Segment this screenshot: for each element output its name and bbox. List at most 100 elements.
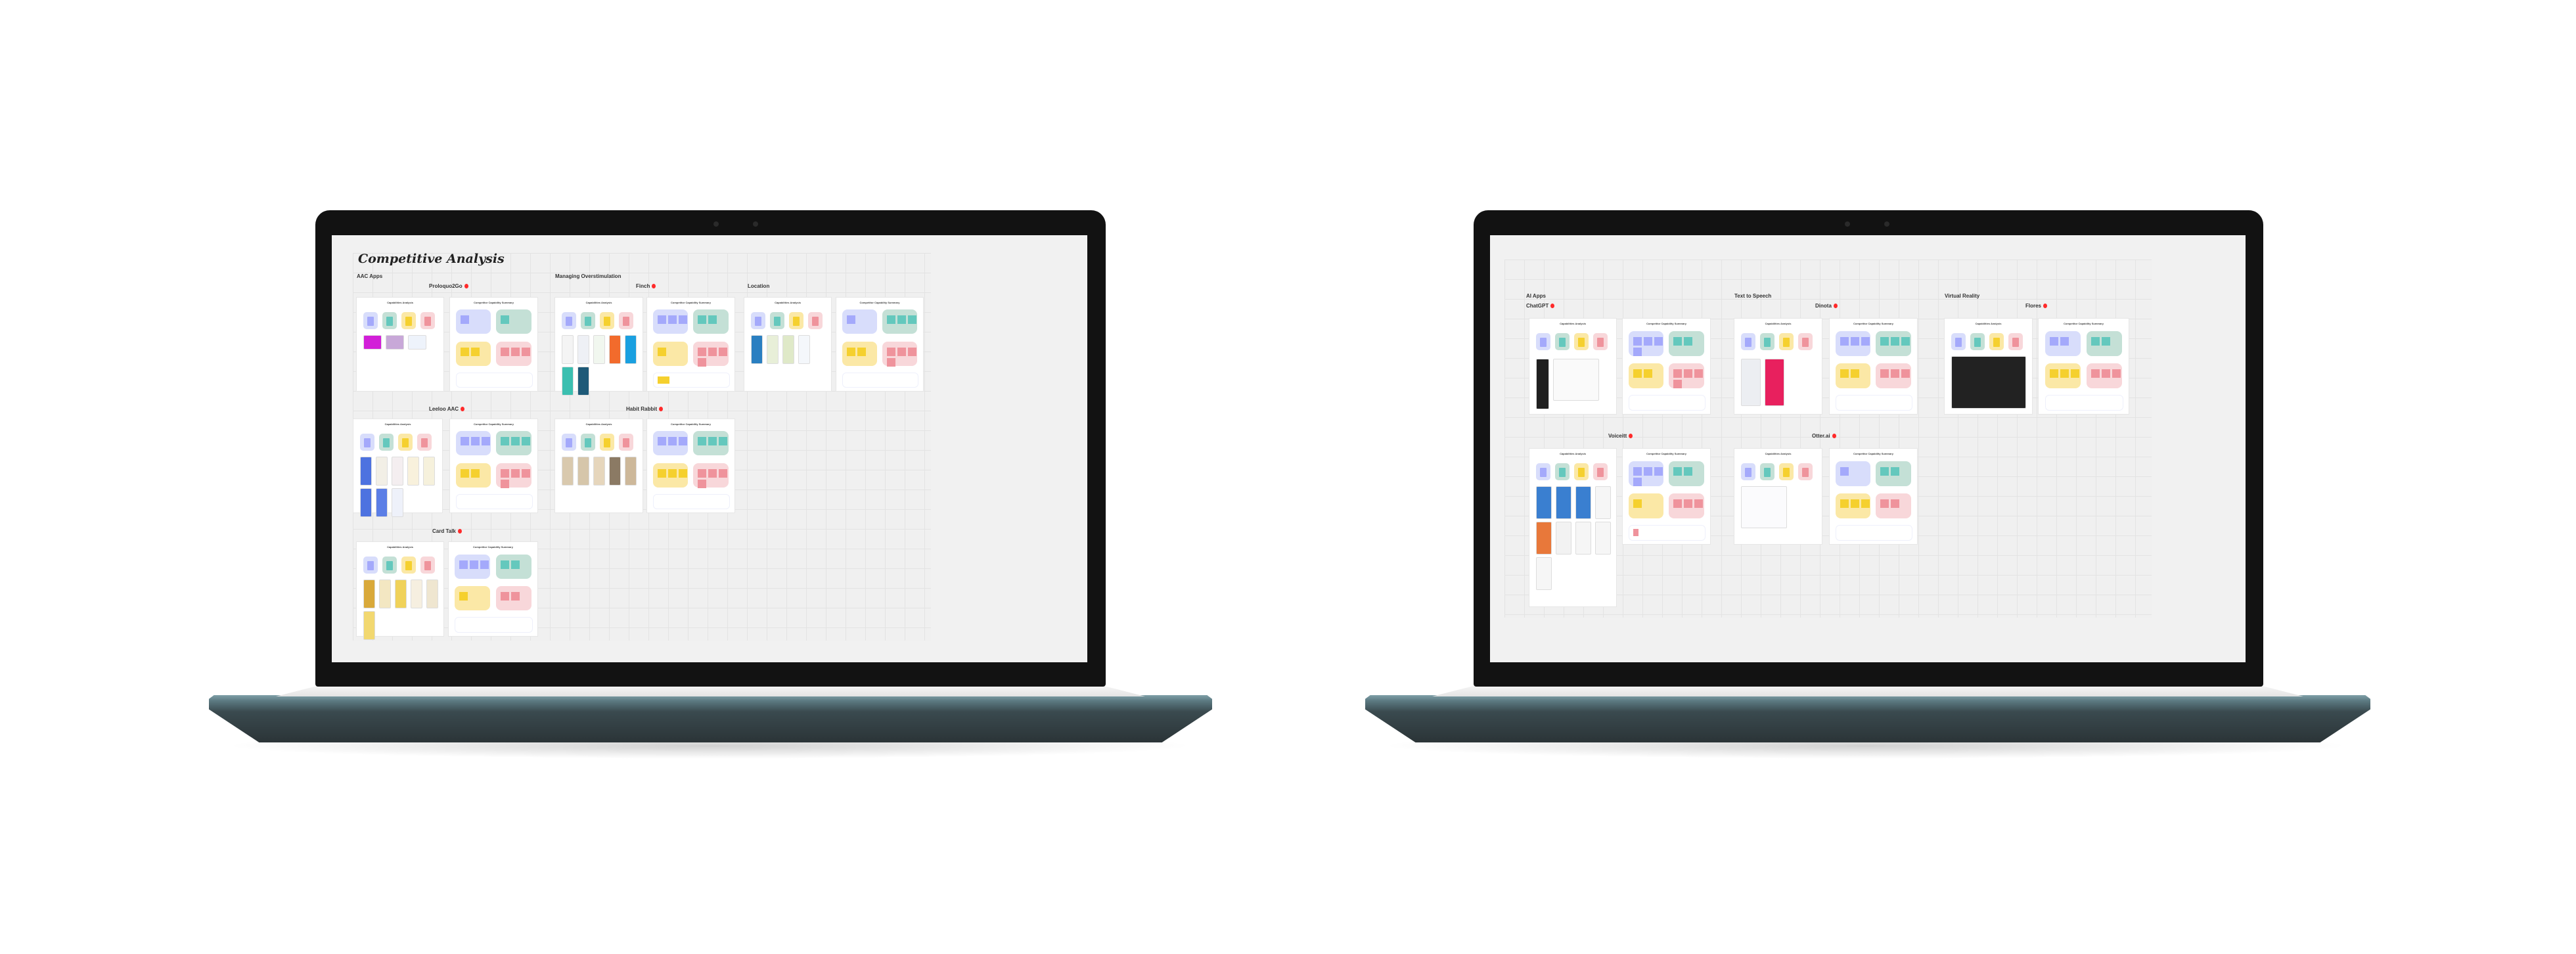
app-screenshot[interactable] xyxy=(625,457,636,485)
sticky-note[interactable] xyxy=(421,438,428,447)
sticky-note[interactable] xyxy=(1684,336,1693,346)
pin-icon[interactable] xyxy=(659,407,664,411)
app-screenshot[interactable] xyxy=(1575,522,1591,554)
sticky-note[interactable] xyxy=(2012,337,2019,347)
sticky-note[interactable] xyxy=(1974,337,1981,347)
sticky-note[interactable] xyxy=(585,316,591,326)
app-screenshot[interactable] xyxy=(1536,487,1551,518)
sticky-note[interactable] xyxy=(461,437,470,446)
sticky-note[interactable] xyxy=(402,438,409,447)
sticky-note[interactable] xyxy=(847,347,856,356)
sticky-note[interactable] xyxy=(566,316,572,326)
sticky-note[interactable] xyxy=(386,560,393,570)
pin-icon[interactable] xyxy=(652,284,656,288)
capabilities-analysis-card[interactable]: Capabilities Analysis xyxy=(555,298,643,395)
sticky-note[interactable] xyxy=(500,592,509,601)
sticky-note[interactable] xyxy=(2060,369,2069,378)
sticky-note[interactable] xyxy=(679,315,688,325)
sticky-note[interactable] xyxy=(480,560,489,569)
competitor-capability-summary-card[interactable]: Competitor Capability Summary xyxy=(647,419,734,512)
sticky-note[interactable] xyxy=(405,560,412,570)
sticky-note[interactable] xyxy=(510,560,520,569)
app-screenshot[interactable] xyxy=(395,580,406,608)
app-screenshot[interactable] xyxy=(1553,359,1598,400)
sticky-note[interactable] xyxy=(383,438,390,447)
sticky-note[interactable] xyxy=(658,376,670,384)
capabilities-analysis-card[interactable]: Capabilities Analysis xyxy=(1529,319,1616,414)
sticky-note[interactable] xyxy=(501,315,510,325)
sticky-note[interactable] xyxy=(461,468,470,478)
pin-icon[interactable] xyxy=(461,407,465,411)
sticky-note[interactable] xyxy=(1694,369,1704,378)
sticky-note[interactable] xyxy=(698,479,707,488)
sticky-note[interactable] xyxy=(793,316,800,326)
app-screenshot[interactable] xyxy=(407,457,418,485)
competitor-capability-summary-card[interactable]: Competitor Capability Summary xyxy=(449,542,537,636)
app-screenshot[interactable] xyxy=(1741,359,1760,405)
app-screenshot[interactable] xyxy=(411,580,422,608)
sticky-note[interactable] xyxy=(604,316,610,326)
app-screenshot[interactable] xyxy=(360,489,371,516)
sticky-note[interactable] xyxy=(1633,477,1642,486)
sticky-note[interactable] xyxy=(461,315,470,325)
sticky-note[interactable] xyxy=(1764,467,1771,477)
sticky-note[interactable] xyxy=(511,468,520,478)
sticky-note[interactable] xyxy=(1891,336,1900,346)
sticky-note[interactable] xyxy=(1840,336,1849,346)
sticky-note[interactable] xyxy=(1955,337,1962,347)
sticky-note[interactable] xyxy=(522,437,531,446)
sticky-note[interactable] xyxy=(1644,466,1653,476)
sticky-note[interactable] xyxy=(698,357,707,367)
app-screenshot[interactable] xyxy=(798,336,809,363)
sticky-note[interactable] xyxy=(658,437,667,446)
sticky-note[interactable] xyxy=(2090,336,2100,346)
sticky-note[interactable] xyxy=(698,468,707,478)
competitor-capability-summary-card[interactable]: Competitor Capability Summary xyxy=(647,298,734,391)
sticky-note[interactable] xyxy=(501,437,510,446)
sticky-note[interactable] xyxy=(1644,369,1653,378)
app-screenshot[interactable] xyxy=(1741,487,1786,528)
capabilities-analysis-card[interactable]: Capabilities Analysis xyxy=(1529,449,1616,606)
sticky-note[interactable] xyxy=(1851,336,1860,346)
app-screenshot[interactable] xyxy=(562,457,573,485)
app-screenshot[interactable] xyxy=(360,457,371,485)
capabilities-analysis-card[interactable]: Capabilities Analysis xyxy=(1734,319,1822,414)
sticky-note[interactable] xyxy=(658,347,667,356)
sticky-note[interactable] xyxy=(566,438,572,447)
app-screenshot[interactable] xyxy=(363,336,381,349)
sticky-note[interactable] xyxy=(501,468,510,478)
sticky-note[interactable] xyxy=(1633,336,1642,346)
sticky-note[interactable] xyxy=(679,437,688,446)
sticky-note[interactable] xyxy=(708,315,717,325)
capabilities-analysis-card[interactable]: Capabilities Analysis xyxy=(1734,449,1822,544)
sticky-note[interactable] xyxy=(698,347,707,356)
app-screenshot[interactable] xyxy=(386,336,403,349)
sticky-note[interactable] xyxy=(1840,466,1849,476)
pin-icon[interactable] xyxy=(1832,434,1836,438)
sticky-note[interactable] xyxy=(907,315,916,325)
sticky-note[interactable] xyxy=(668,315,677,325)
sticky-note[interactable] xyxy=(1802,467,1809,477)
sticky-note[interactable] xyxy=(1644,336,1653,346)
sticky-note[interactable] xyxy=(1840,499,1849,509)
sticky-note[interactable] xyxy=(708,347,717,356)
sticky-note[interactable] xyxy=(470,560,479,569)
sticky-note[interactable] xyxy=(511,437,520,446)
app-screenshot[interactable] xyxy=(1765,359,1784,405)
capabilities-analysis-card[interactable]: Capabilities Analysis xyxy=(357,298,443,391)
sticky-note[interactable] xyxy=(1745,337,1751,347)
sticky-note[interactable] xyxy=(857,347,867,356)
sticky-note[interactable] xyxy=(511,347,520,356)
sticky-note[interactable] xyxy=(471,347,480,356)
competitor-capability-summary-card[interactable]: Competitor Capability Summary xyxy=(836,298,923,391)
sticky-note[interactable] xyxy=(658,468,667,478)
sticky-note[interactable] xyxy=(1559,467,1566,477)
sticky-note[interactable] xyxy=(668,468,677,478)
pin-icon[interactable] xyxy=(457,529,462,534)
capabilities-analysis-card[interactable]: Capabilities Analysis xyxy=(744,298,831,391)
sticky-note[interactable] xyxy=(1851,369,1860,378)
pin-icon[interactable] xyxy=(1550,304,1555,308)
competitor-capability-summary-card[interactable]: Competitor Capability Summary xyxy=(1623,449,1710,544)
sticky-note[interactable] xyxy=(847,315,856,325)
sticky-note[interactable] xyxy=(1684,369,1693,378)
